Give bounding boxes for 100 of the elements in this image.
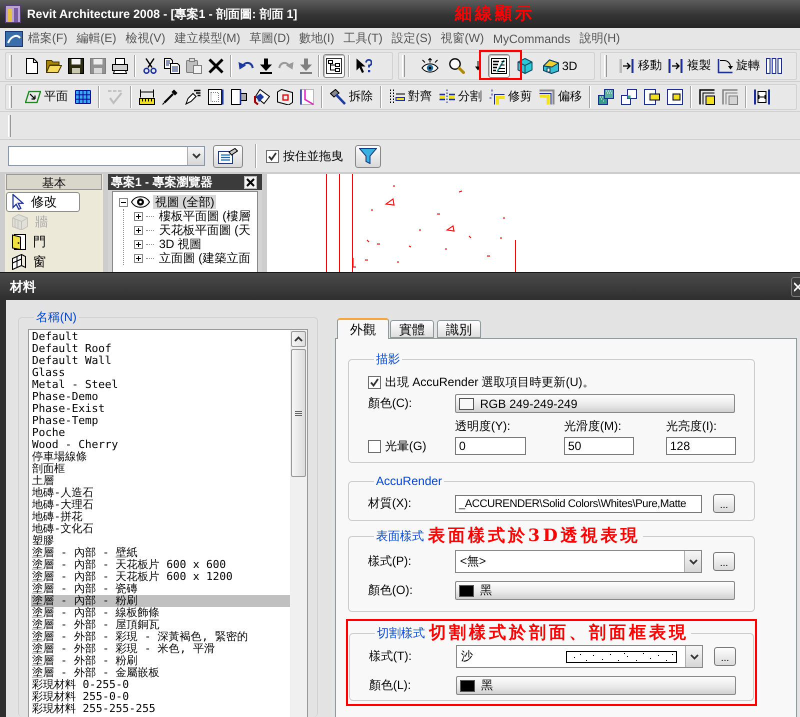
toolbar-grip[interactable] [604, 54, 607, 76]
palette-tab[interactable]: 基本 [6, 174, 102, 190]
list-item[interactable]: 地磚-文化石 [31, 523, 290, 535]
palette-item[interactable]: 門 [6, 232, 96, 252]
drag-checkbox[interactable] [266, 150, 279, 162]
list-item[interactable]: 塗層 - 外部 - 彩現 - 深黃褐色, 緊密的 [31, 631, 290, 643]
copy-button[interactable]: 複製 [665, 54, 714, 78]
input-field[interactable]: 50 [564, 437, 634, 455]
list-item[interactable]: Default [31, 331, 290, 343]
browse-button[interactable]: ... [713, 494, 735, 513]
menu-item[interactable]: 設定(S) [388, 28, 436, 48]
list-item[interactable]: Phase-Temp [31, 415, 290, 427]
demolish-button[interactable]: 拆除 [327, 84, 376, 108]
list-item[interactable]: 塗層 - 外部 - 金屬嵌板 [31, 667, 290, 679]
material-field[interactable]: _ACCURENDER\Solid Colors\Whites\Pure,Matte [455, 494, 702, 512]
palette-item[interactable]: 修改 [6, 192, 80, 212]
dropdown-button[interactable] [685, 646, 702, 667]
close-button[interactable] [244, 176, 257, 188]
list-item[interactable]: 地磚-人造石 [31, 487, 290, 499]
menu-item[interactable]: 檔案(F) [24, 28, 72, 48]
align-button[interactable]: 對齊 [386, 84, 435, 108]
split-button[interactable]: 分割 [436, 84, 485, 108]
menu-item[interactable]: 建立模型(M) [170, 28, 244, 48]
menu-item[interactable]: 視窗(W) [436, 28, 488, 48]
move-button[interactable]: 移動 [616, 54, 665, 78]
menu-item[interactable]: 數地(I) [295, 28, 338, 48]
dropdown-button[interactable] [684, 551, 701, 572]
list-item[interactable]: 彩現材料 0-255-0 [31, 679, 290, 691]
pattern-select[interactable]: 沙 [456, 645, 703, 668]
update-checkbox[interactable] [368, 376, 381, 388]
browse-button[interactable]: ... [714, 647, 736, 666]
menu-item[interactable]: 說明(H) [575, 28, 624, 48]
collapse-icon[interactable] [119, 198, 128, 206]
menu-item[interactable]: 工具(T) [339, 28, 387, 48]
palette-item[interactable]: 窗 [6, 252, 96, 272]
input-field[interactable]: 0 [455, 437, 526, 455]
list-item[interactable]: Phase-Demo [31, 391, 290, 403]
expand-icon[interactable] [134, 254, 143, 262]
list-item[interactable]: Default Roof [31, 343, 290, 355]
list-item[interactable]: Wood - Cherry [31, 439, 290, 451]
expand-icon[interactable] [134, 226, 143, 234]
pattern-select[interactable]: <無> [455, 550, 702, 573]
menu-item[interactable]: 草圖(D) [245, 28, 294, 48]
list-item[interactable]: Metal - Steel [31, 379, 290, 391]
thin-lines-button[interactable] [488, 54, 510, 78]
list-item[interactable]: 塗層 - 外部 - 屋頂銅瓦 [31, 619, 290, 631]
tab[interactable]: 外觀 [337, 318, 389, 339]
list-item[interactable]: 塗層 - 外部 - 粉刷 [31, 655, 290, 667]
tree-item[interactable]: 立面圖 (建築立面 [157, 251, 252, 265]
input-field[interactable]: 128 [666, 437, 736, 455]
dropdown-button[interactable] [187, 147, 204, 165]
list-item[interactable]: Poche [31, 427, 290, 439]
rotate-button[interactable]: 旋轉 [714, 54, 763, 78]
close-button[interactable] [791, 276, 800, 296]
expand-icon[interactable] [134, 240, 143, 248]
list-item[interactable]: 彩現材料 255-255-255 [31, 703, 290, 715]
glow-checkbox[interactable] [368, 440, 381, 452]
list-item[interactable]: 地磚-拼花 [31, 511, 290, 523]
color-button[interactable]: RGB 249-249-249 [455, 394, 735, 413]
list-item[interactable]: Phase-Exist [31, 403, 290, 415]
menu-item[interactable]: 檢視(V) [121, 28, 170, 48]
list-item[interactable]: 土層 [31, 475, 290, 487]
logo-icon[interactable] [5, 30, 23, 46]
project-browser-button[interactable] [323, 54, 345, 78]
list-item[interactable]: 停車場線條 [31, 451, 290, 463]
list-item[interactable]: 塗層 - 內部 - 天花板片 600 x 1200 [31, 571, 290, 583]
color-button[interactable]: 黑 [455, 581, 735, 600]
toolbar-grip[interactable] [402, 54, 405, 76]
list-item[interactable]: 塗層 - 內部 - 壁紙 [31, 547, 290, 559]
list-item[interactable]: 塗層 - 外部 - 彩現 - 米色, 平滑 [31, 643, 290, 655]
list-item[interactable]: Default Wall [31, 355, 290, 367]
plan-button[interactable]: 平面 [22, 84, 71, 108]
list-item[interactable]: 彩現材料 255-0-0 [31, 691, 290, 703]
tree-item[interactable]: 樓板平面圖 (樓層 [157, 209, 252, 223]
browse-button[interactable]: ... [713, 552, 735, 571]
tab[interactable]: 實體 [390, 320, 434, 338]
menu-item[interactable]: MyCommands [488, 28, 574, 48]
list-item[interactable]: 塗層 - 內部 - 瓷磚 [31, 583, 290, 595]
3d-view-button[interactable]: 3D [540, 54, 580, 78]
toolbar-grip[interactable] [8, 114, 11, 136]
toolbar-grip[interactable] [9, 54, 12, 76]
list-item[interactable]: Glass [31, 367, 290, 379]
tree-item[interactable]: 3D 視圖 [157, 237, 204, 251]
filter-button[interactable] [355, 144, 381, 168]
tab[interactable]: 識別 [437, 320, 481, 338]
scroll-up-button[interactable] [291, 331, 306, 347]
tree-item[interactable]: 視圖 (全部) [153, 195, 216, 209]
list-item[interactable]: 塑膠 [31, 535, 290, 547]
list-item[interactable]: 地磚-大理石 [31, 499, 290, 511]
color-button[interactable]: 黑 [456, 676, 736, 695]
type-properties-button[interactable] [213, 144, 243, 168]
list-item[interactable]: 塗層 - 內部 - 線板飾條 [31, 607, 290, 619]
offset-button[interactable]: 偏移 [536, 84, 585, 108]
list-item[interactable]: 剖面框 [31, 463, 290, 475]
list-item[interactable]: 塗層 - 內部 - 粉刷 [31, 595, 290, 607]
menu-item[interactable]: 編輯(E) [72, 28, 120, 48]
list-item[interactable]: 塗層 - 內部 - 天花板片 600 x 600 [31, 559, 290, 571]
tree-item[interactable]: 天花板平面圖 (天 [157, 223, 252, 237]
toolbar-grip[interactable] [9, 86, 12, 108]
expand-icon[interactable] [134, 212, 143, 220]
